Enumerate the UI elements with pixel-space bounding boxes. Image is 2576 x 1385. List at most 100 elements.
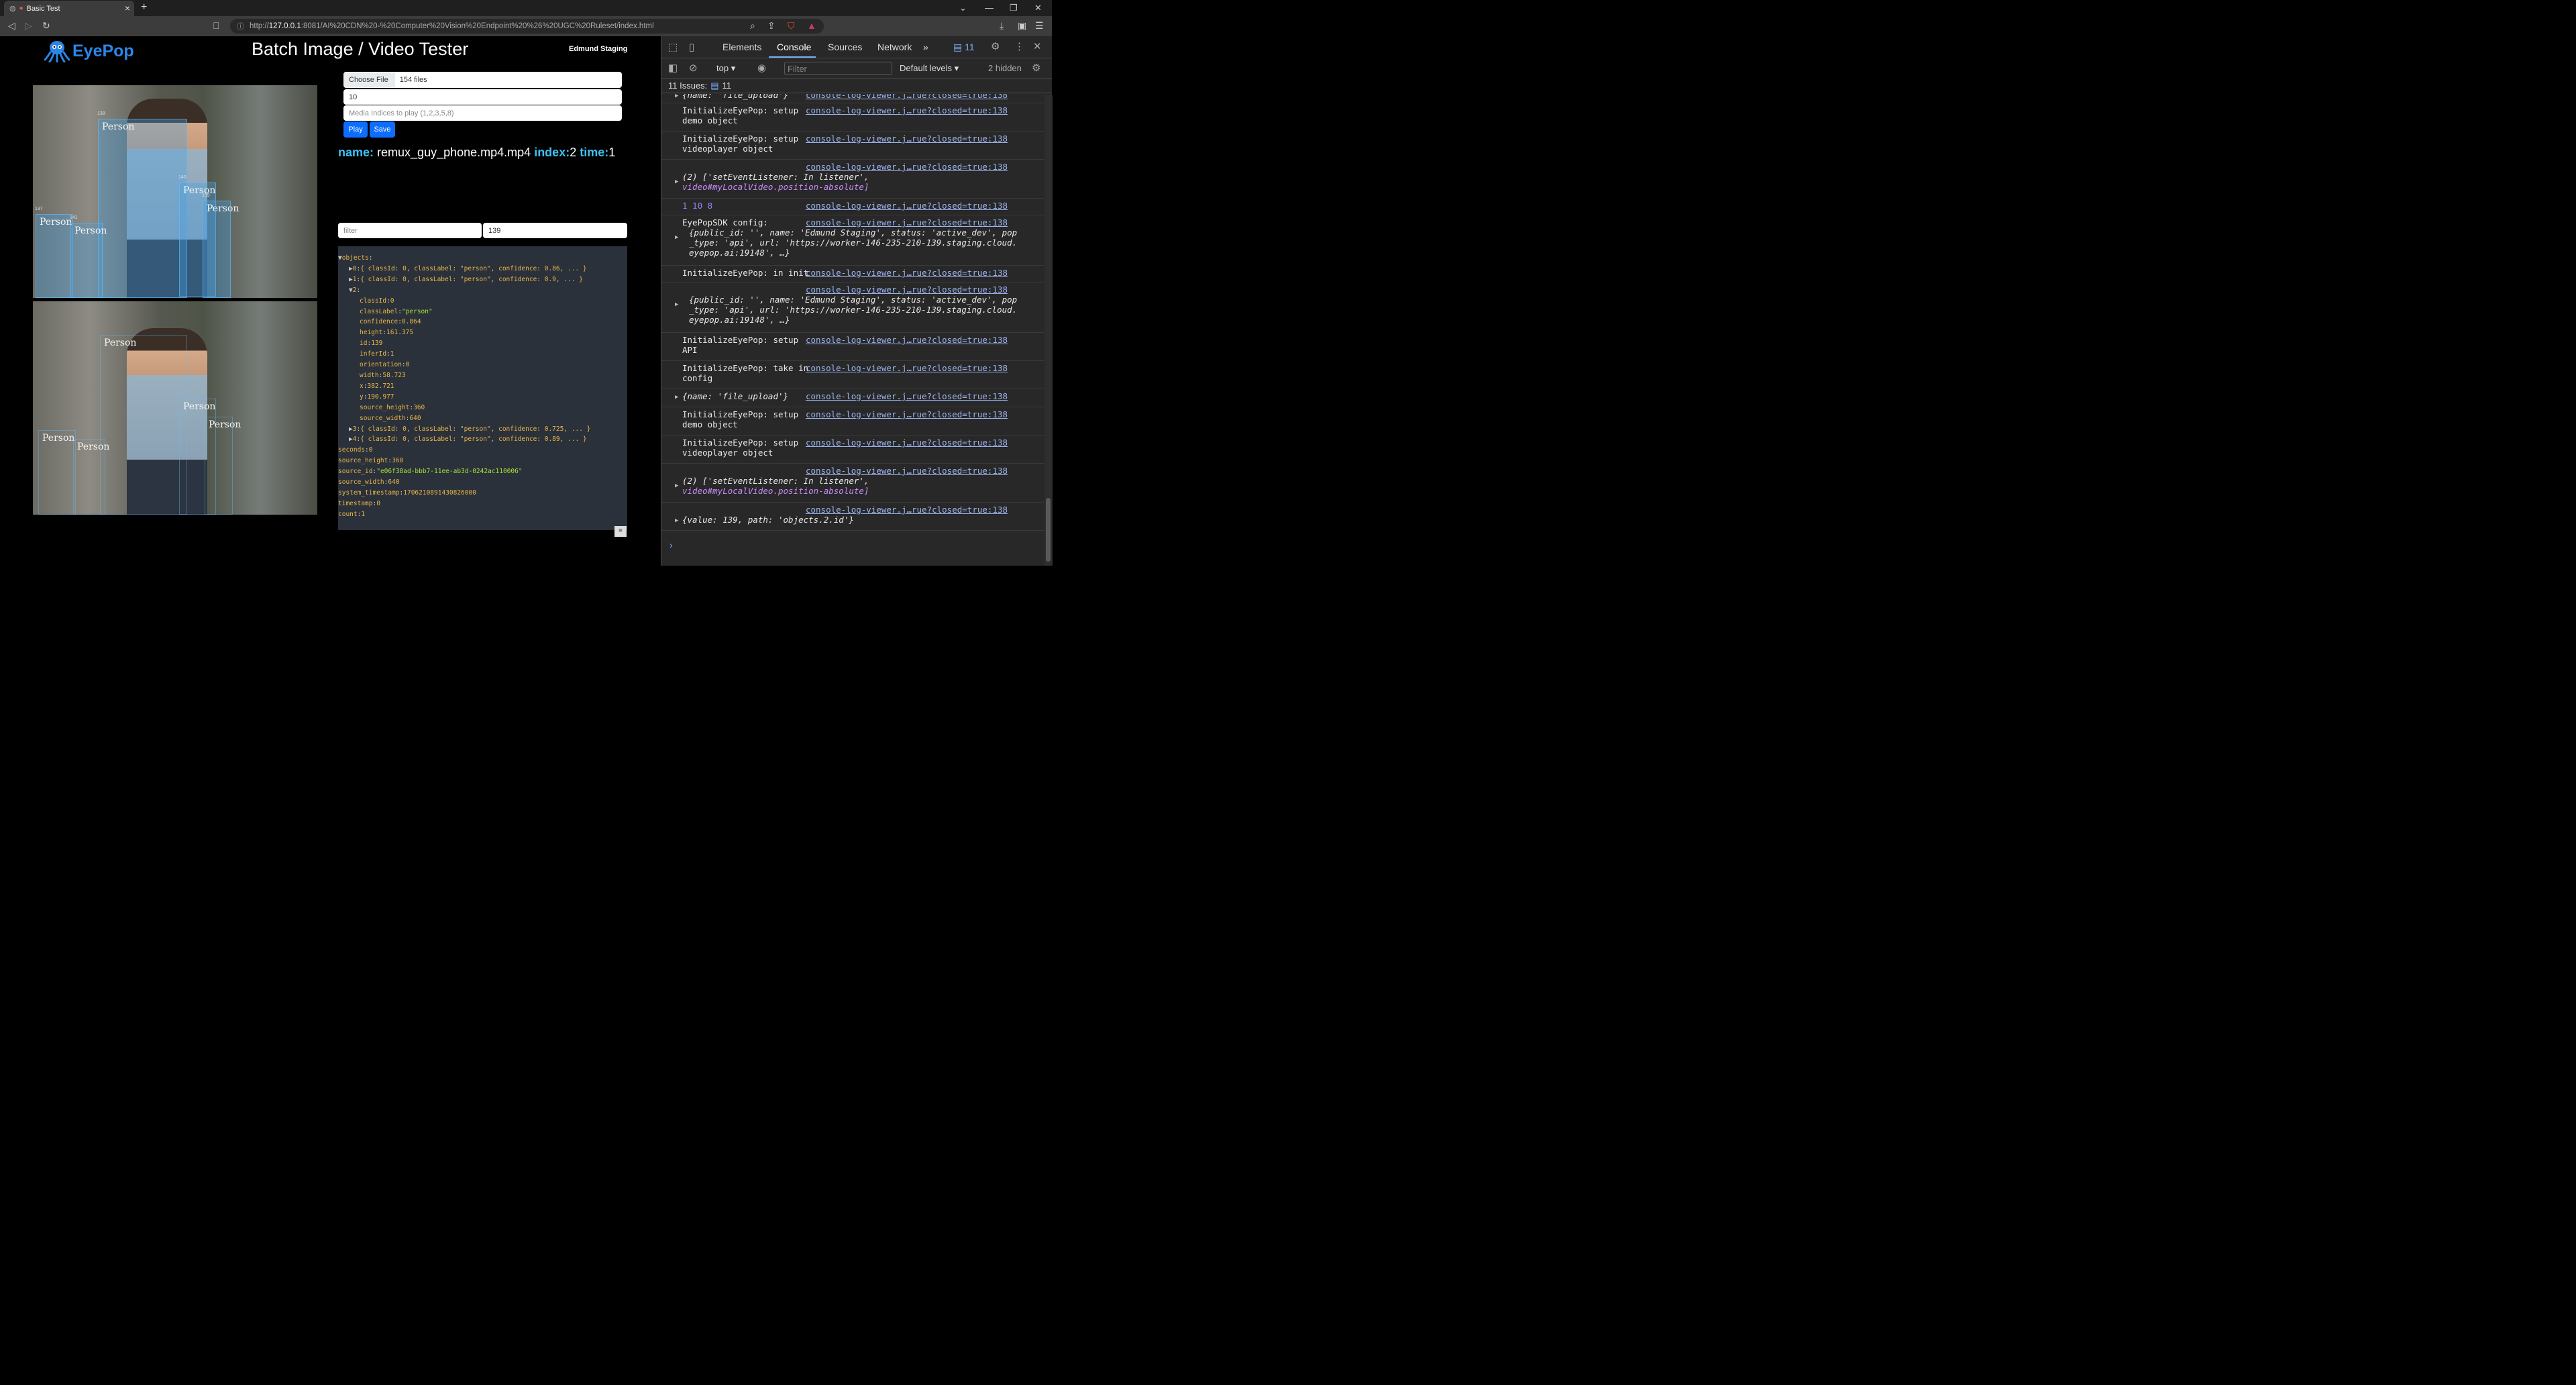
video-frame-top[interactable]: Person 138 Person 140 Person 137 Person 139 … xyxy=(33,85,317,298)
brave-rewards-icon[interactable]: ▲ xyxy=(807,20,816,31)
issues-icon: ▤ xyxy=(710,80,719,91)
sidebar-toggle-icon[interactable]: ◧ xyxy=(668,62,678,74)
browser-tab-strip: ◍ ● Basic Test × + ⌄ — ❐ ✕ xyxy=(0,0,1052,16)
restore-icon[interactable]: ❐ xyxy=(1010,3,1018,13)
json-value: 1 xyxy=(361,510,366,518)
console-scrollbar[interactable] xyxy=(1044,95,1053,566)
device-toggle-icon[interactable]: ▯ xyxy=(689,41,694,53)
json-tree-row[interactable]: ▼objects: xyxy=(338,253,627,264)
page-content: EyePop Batch Image / Video Tester Edmund… xyxy=(0,36,661,566)
scrollbar-thumb[interactable] xyxy=(1046,498,1051,562)
new-tab-button[interactable]: + xyxy=(141,1,147,13)
detection-box: Person 139 xyxy=(202,193,239,298)
json-tree-row[interactable]: ▼2: xyxy=(338,285,627,296)
json-tree-row: classId:0 xyxy=(360,297,394,305)
count-input[interactable]: 10 xyxy=(343,89,622,105)
tab-network[interactable]: Network xyxy=(877,42,912,52)
reload-icon[interactable]: ↻ xyxy=(42,20,50,32)
context-select[interactable]: top ▾ xyxy=(716,63,735,74)
url-text: http://127.0.0.1:8081/AI%20CDN%20-%20Com… xyxy=(250,22,654,30)
sidebar-icon[interactable]: ▣ xyxy=(1018,20,1026,32)
issues-badge[interactable]: ▤ 11 xyxy=(953,42,975,53)
json-viewer-menu-button[interactable]: ≡ xyxy=(614,526,627,537)
json-tree-row: count:1 xyxy=(338,510,366,518)
json-tree-row[interactable]: ▶3:{ classId: 0, classLabel: "person", c… xyxy=(338,424,627,435)
video-frame-bottom[interactable]: Person Person Person Person Person xyxy=(33,301,317,515)
share-icon[interactable]: ⇪ xyxy=(767,20,775,32)
issues-bar[interactable]: 11 Issues: ▤ 11 xyxy=(661,79,1052,93)
tab-close-icon[interactable]: × xyxy=(125,3,130,13)
json-key: width xyxy=(360,371,379,379)
json-tree-row: width:58.723 xyxy=(360,371,406,379)
more-tabs-icon[interactable]: » xyxy=(923,42,928,52)
forward-icon[interactable]: ▷ xyxy=(25,20,32,32)
json-value: 190.977 xyxy=(367,393,394,401)
back-icon[interactable]: ◁ xyxy=(8,20,15,32)
eyepop-logo: EyePop xyxy=(44,40,134,62)
detection-box: Person 138 xyxy=(97,111,187,298)
inspect-icon[interactable]: ⬚ xyxy=(668,41,678,53)
console-message: ▶ {name: 'file_upload'} console-log-viewe… xyxy=(661,94,1044,103)
detection-box: Person xyxy=(73,439,109,515)
json-value: "e06f38ad-bbb7-11ee-ab3d-0242ac110006" xyxy=(376,468,523,476)
kebab-menu-icon[interactable]: ⋮ xyxy=(1014,40,1024,52)
json-value: 58.723 xyxy=(382,371,406,379)
clear-console-icon[interactable]: ⊘ xyxy=(689,62,698,74)
console-filter-input[interactable]: Filter xyxy=(784,62,892,75)
log-levels-select[interactable]: Default levels ▾ xyxy=(900,63,959,74)
console-message: console-log-viewer.j…rue?closed=true:138… xyxy=(661,464,1044,503)
json-tree-row: x:382.721 xyxy=(360,382,394,390)
console-message: InitializeEyePop: setup videoplayer obje… xyxy=(661,132,1044,160)
tab-elements[interactable]: Elements xyxy=(722,42,761,52)
json-tree-row: source_width:640 xyxy=(360,414,421,422)
eye-icon[interactable]: ◉ xyxy=(757,62,766,74)
json-key: count xyxy=(338,510,358,518)
json-value: 1706210891430826000 xyxy=(403,489,476,497)
json-value: 0 xyxy=(405,361,410,369)
json-tree-row: source_width:640 xyxy=(338,478,400,486)
browser-tab[interactable]: ◍ ● Basic Test × xyxy=(4,1,134,16)
bookmark-icon[interactable]: ⎕ xyxy=(213,20,219,32)
tab-console[interactable]: Console xyxy=(777,42,811,52)
json-value: 139 xyxy=(371,340,383,348)
json-tree-row[interactable]: ▶1:{ classId: 0, classLabel: "person", c… xyxy=(338,274,627,285)
brave-shield-icon[interactable]: ⛉ xyxy=(788,20,795,32)
json-key: source_id xyxy=(338,468,373,476)
json-filter-value[interactable]: 139 xyxy=(483,223,627,238)
console-message: console-log-viewer.j…rue?closed=true:138… xyxy=(661,503,1044,531)
json-key: source_height xyxy=(338,457,388,465)
menu-icon[interactable]: ☰ xyxy=(1035,20,1044,32)
json-tree-row[interactable]: ▶0:{ classId: 0, classLabel: "person", c… xyxy=(338,264,627,274)
json-tree-row[interactable]: ▶4:{ classId: 0, classLabel: "person", c… xyxy=(338,434,627,445)
json-tree-row: id:139 xyxy=(360,340,383,348)
save-button[interactable]: Save xyxy=(370,121,395,138)
settings-icon[interactable]: ⚙ xyxy=(991,40,1000,52)
media-indices-input[interactable]: Media Indices to play (1,2,3,5,8) xyxy=(343,105,622,121)
json-tree-row: seconds:0 xyxy=(338,446,373,454)
console-settings-icon[interactable]: ⚙ xyxy=(1032,62,1040,74)
choose-file-button[interactable]: Choose File xyxy=(343,72,394,87)
console-message: InitializeEyePop: setup videoplayer obje… xyxy=(661,435,1044,464)
json-value: 360 xyxy=(413,403,425,411)
file-input[interactable]: Choose File 154 files xyxy=(343,72,622,88)
json-value: 161.375 xyxy=(386,329,414,337)
console-message: EyePopSDK config: console-log-viewer.j…r… xyxy=(661,215,1044,266)
json-key: source_height xyxy=(360,403,410,411)
zoom-icon[interactable]: ⌕ xyxy=(750,20,755,32)
json-value: { classId: 0, classLabel: "person", conf… xyxy=(360,435,587,444)
json-tree-row: orientation:0 xyxy=(360,361,410,369)
close-devtools-icon[interactable]: ✕ xyxy=(1033,40,1042,52)
download-icon[interactable]: ⤓ xyxy=(1000,20,1004,32)
json-filter-input[interactable]: filter xyxy=(338,223,482,238)
console-prompt[interactable]: › xyxy=(669,540,673,550)
address-bar[interactable]: ⓘ http://127.0.0.1:8081/AI%20CDN%20-%20C… xyxy=(230,19,824,34)
close-window-icon[interactable]: ✕ xyxy=(1034,3,1042,13)
tab-search-icon[interactable]: ⌄ xyxy=(959,3,967,13)
json-tree-row: confidence:0.864 xyxy=(360,318,421,326)
play-button[interactable]: Play xyxy=(343,121,368,138)
tab-sources[interactable]: Sources xyxy=(828,42,862,52)
json-key: source_width xyxy=(338,478,384,486)
json-value: 0.864 xyxy=(401,318,421,326)
site-info-icon[interactable]: ⓘ xyxy=(237,21,244,32)
minimize-icon[interactable]: — xyxy=(985,3,994,13)
